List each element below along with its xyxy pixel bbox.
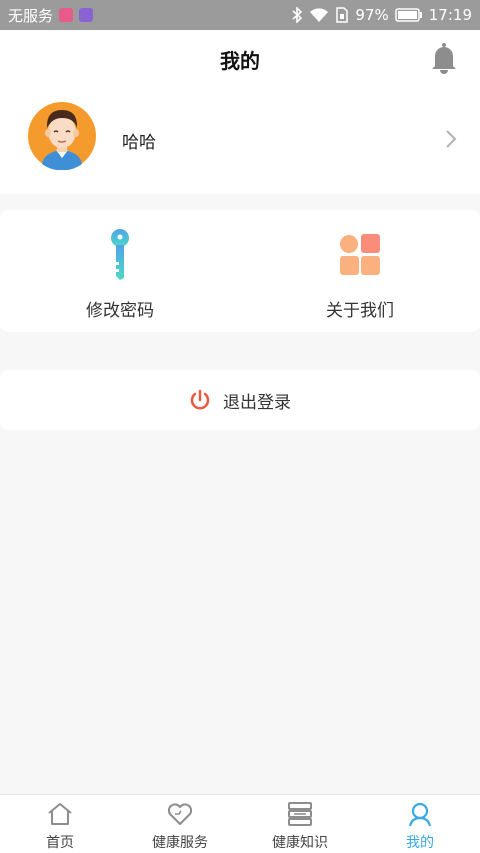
tab-label: 健康服务	[152, 835, 208, 851]
tab-label: 首页	[46, 835, 74, 851]
heart-icon	[167, 803, 193, 825]
gallery-notification-icon	[79, 8, 94, 22]
menu-item-label: 关于我们	[326, 301, 394, 321]
knowledge-icon	[288, 802, 312, 826]
profile-icon	[408, 802, 432, 827]
avatar	[28, 102, 96, 170]
menu-item-label: 修改密码	[86, 301, 154, 321]
carrier-text: 无服务	[8, 6, 54, 25]
chevron-right-icon	[446, 130, 457, 148]
change-password-button[interactable]: 修改密码	[0, 210, 240, 332]
notification-app-icon	[59, 8, 74, 22]
logout-button[interactable]: 退出登录	[0, 370, 480, 430]
battery-percent: 97%	[355, 6, 389, 24]
battery-icon	[395, 8, 422, 22]
tab-health-knowledge[interactable]: 健康知识	[240, 795, 360, 853]
page-header: 我的	[0, 30, 480, 88]
logout-label: 退出登录	[223, 392, 291, 413]
key-icon	[111, 229, 129, 280]
grid-icon	[340, 234, 380, 275]
power-icon	[190, 389, 210, 410]
tab-mine[interactable]: 我的	[360, 795, 480, 853]
profile-name: 哈哈	[122, 133, 156, 153]
tab-label: 我的	[406, 835, 434, 851]
tab-label: 健康知识	[272, 835, 328, 851]
sim-icon	[336, 7, 349, 23]
menu-card: 修改密码 关于我们	[0, 210, 480, 332]
bell-icon[interactable]	[430, 42, 458, 74]
clock-time: 17:19	[428, 6, 472, 24]
tab-health-service[interactable]: 健康服务	[120, 795, 240, 853]
home-icon	[48, 803, 72, 825]
bottom-tab-bar: 首页 健康服务 健康知识 我的	[0, 794, 480, 853]
page-title: 我的	[220, 48, 260, 73]
status-bar: 无服务 97% 17:19	[0, 0, 480, 30]
tab-home[interactable]: 首页	[0, 795, 120, 853]
profile-card[interactable]: 哈哈	[0, 88, 480, 194]
wifi-icon	[310, 8, 329, 22]
about-us-button[interactable]: 关于我们	[240, 210, 480, 332]
bluetooth-icon	[292, 7, 303, 23]
